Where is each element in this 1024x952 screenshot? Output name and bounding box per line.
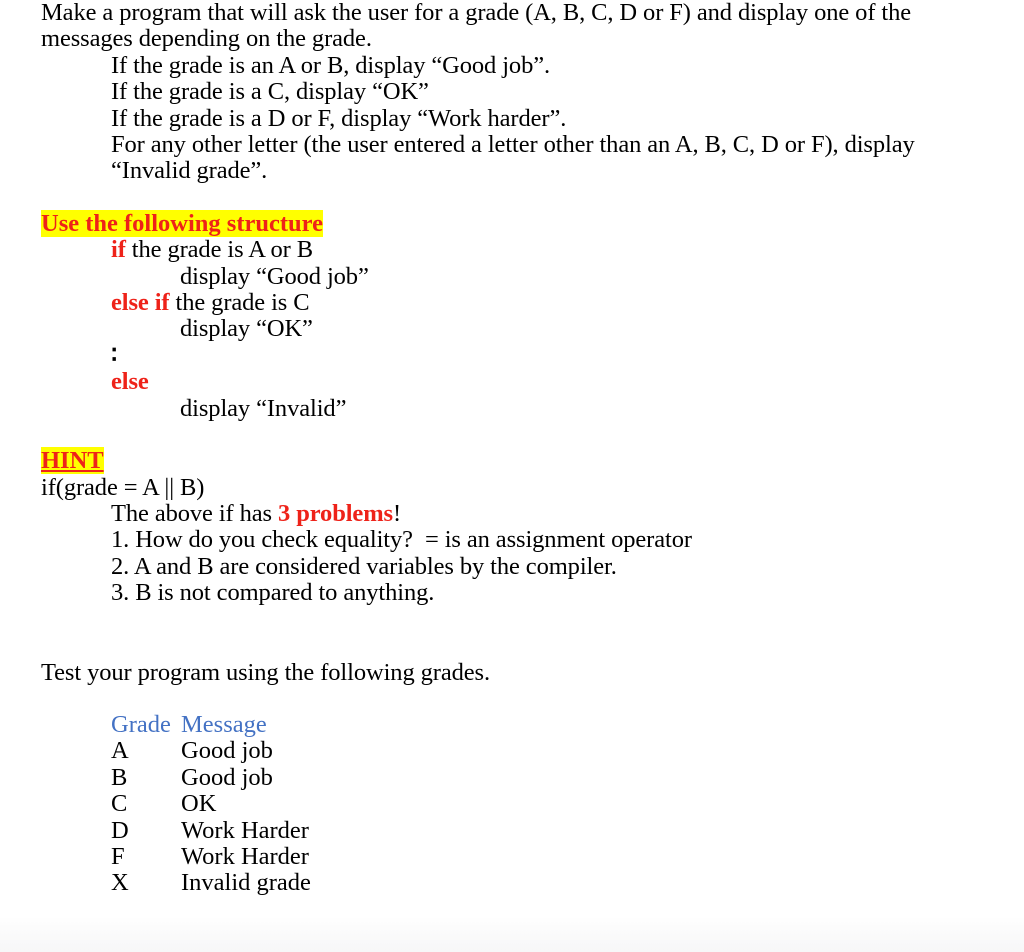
column-header-grade: Grade: [111, 710, 171, 738]
structure-line-if-rest: the grade is A or B: [125, 236, 313, 264]
spacer-before-table: [41, 686, 971, 712]
table-row: C OK: [111, 790, 481, 818]
vertical-ellipsis-glyph: ∶: [111, 341, 118, 369]
cell-grade: F: [111, 842, 125, 870]
page-bottom-edge: [0, 917, 1024, 952]
table-row: F Work Harder: [111, 842, 481, 870]
cell-message: Work Harder: [181, 842, 309, 870]
intro-bullet-2: If the grade is a C, display “OK”: [111, 78, 429, 106]
hint-heading-row: HINT: [41, 447, 971, 475]
spacer-after-structure: [41, 422, 971, 448]
grade-table-head: Grade Message: [111, 710, 481, 738]
hint-problem-1: 1. How do you check equality? = is an as…: [111, 526, 692, 554]
structure-line-elseif: else if the grade is C: [41, 289, 971, 317]
structure-line-else: else: [41, 369, 971, 395]
test-instruction: Test your program using the following gr…: [41, 658, 490, 686]
intro-bullet-4: For any other letter (the user entered a…: [111, 131, 921, 185]
hint-problem-3: 3. B is not compared to anything.: [111, 579, 435, 607]
document-page: Make a program that will ask the user fo…: [0, 0, 1024, 917]
column-header-message: Message: [181, 710, 267, 738]
cell-grade: D: [111, 816, 129, 844]
hint-problems-lead-after: !: [392, 499, 402, 527]
cell-message: Work Harder: [181, 816, 309, 844]
intro-bullet-3: If the grade is a D or F, display “Work …: [111, 104, 567, 132]
document-body: Make a program that will ask the user fo…: [41, 0, 971, 897]
intro-paragraph: Make a program that will ask the user fo…: [41, 0, 918, 53]
cell-grade: B: [111, 763, 128, 791]
table-header-row: Grade Message: [111, 710, 481, 738]
cell-message: Good job: [181, 737, 273, 765]
structure-line-display-invalid: display “Invalid”: [180, 394, 347, 422]
cell-message: OK: [181, 790, 217, 818]
cell-message: Good job: [181, 763, 273, 791]
hint-heading: HINT: [41, 447, 104, 475]
keyword-else: else: [111, 368, 149, 396]
cell-grade: C: [111, 790, 128, 818]
structure-heading-row: Use the following structure: [41, 209, 971, 237]
table-row: A Good job: [111, 737, 481, 765]
cell-message: Invalid grade: [181, 869, 311, 897]
hint-problems-lead-before: The above if has: [111, 499, 279, 527]
keyword-if: if: [111, 236, 126, 264]
grade-table-body: A Good job B Good job C OK D Work Harder…: [111, 737, 481, 897]
hint-problem-2: 2. A and B are considered variables by t…: [111, 552, 617, 580]
cell-grade: A: [111, 737, 129, 765]
spacer-after-intro: [41, 185, 971, 211]
keyword-else-if: else if: [111, 289, 170, 317]
cell-grade: X: [111, 869, 129, 897]
structure-heading: Use the following structure: [41, 209, 323, 237]
structure-line-display-goodjob: display “Good job”: [180, 262, 369, 290]
intro-bullet-1: If the grade is an A or B, display “Good…: [111, 51, 551, 79]
structure-line-display-ok: display “OK”: [180, 315, 313, 343]
table-row: D Work Harder: [111, 816, 481, 844]
hint-problems-emphasis: 3 problems: [278, 499, 393, 527]
table-row: X Invalid grade: [111, 869, 481, 897]
hint-code-line: if(grade = A || B): [41, 473, 205, 501]
hint-problems-lead: The above if has 3 problems!: [41, 499, 971, 527]
structure-line-elseif-rest: the grade is C: [169, 289, 310, 317]
structure-line-ellipsis: ∶: [41, 341, 971, 369]
structure-line-if: if the grade is A or B: [41, 237, 971, 263]
spacer-before-test: [41, 607, 971, 660]
table-row: B Good job: [111, 763, 481, 791]
grade-message-table: Grade Message A Good job B Good job C OK: [111, 710, 481, 897]
